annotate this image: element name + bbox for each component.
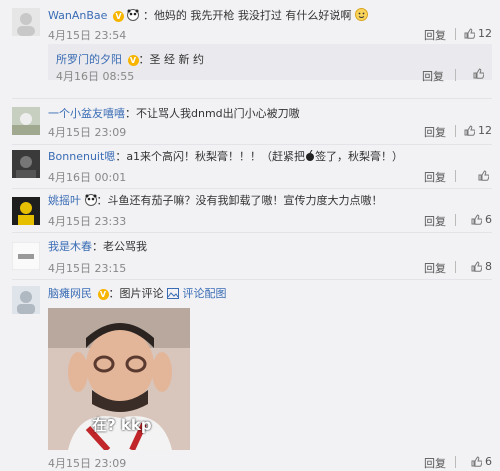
avatar-image [12,107,40,135]
comment-separator: ： [108,287,120,300]
comment-image[interactable]: 在? kkp [48,308,190,450]
avatar[interactable] [12,286,40,314]
comment-text: 不让骂人我dnmd出门小心被刀嗷 [136,107,300,120]
avatar-image [12,8,40,36]
comment-separator: ： [92,240,103,253]
comment-text-after: 签了，秋梨膏！） [315,150,404,163]
image-caption: 在? kkp [92,416,152,434]
panda-icon [127,9,140,25]
comment-time: 4月15日 23:09 [48,126,127,139]
reply-button[interactable]: 回复 [424,169,446,185]
username-link[interactable]: WanAnBae [48,9,107,22]
comment-line: 姚摇叶 ：斗鱼还有茄子嘛？没有我卸载了嗷！宣传力度大力点嗷！ [48,194,383,210]
like-button[interactable]: 6 [471,455,492,468]
comment-time: 4月15日 23:09 [48,457,127,470]
like-button[interactable]: 12 [464,27,492,40]
reply-button[interactable]: 回复 [424,124,446,140]
comment-time: 4月15日 23:33 [48,215,127,228]
reply-username-link[interactable]: 所罗门的夕阳 [56,53,122,66]
action-divider [455,261,456,273]
avatar[interactable] [12,242,40,270]
comment-3: Bonnenuit嗯：a1来个高闪！秋梨膏！！！（赶紧把 签了，秋梨膏！） 4月1… [0,145,500,191]
emoji-face-icon [354,8,368,25]
action-divider [455,28,456,40]
avatar-image [12,286,40,314]
reply-button[interactable]: 回复 [424,260,446,276]
avatar[interactable] [12,8,40,36]
thumbs-up-icon [471,261,483,272]
avatar[interactable] [12,197,40,225]
comment-separator: ： [115,150,127,163]
pic-comment-link[interactable]: 评论配图 [183,287,227,300]
reply-button[interactable]: 回复 [424,27,446,43]
thumbs-up-icon [471,214,483,225]
username-link[interactable]: 脑瘫网民 [48,287,92,300]
comment-time: 4月15日 23:15 [48,262,127,275]
like-button[interactable]: 12 [464,124,492,137]
reply-reply-button[interactable]: 回复 [422,68,444,84]
reply-button[interactable]: 回复 [424,455,446,471]
reply-like-button[interactable] [473,68,485,82]
reply-time: 4月16日 08:55 [56,70,135,83]
reply-thread: 所罗门的夕阳 V ：圣 经 新 约 4月16日 08:55 回复 [48,44,492,83]
comment-5: 我是木春：老公骂我 4月15日 23:15 回复 8 [0,233,500,279]
comment-separator: ： [96,194,108,207]
like-count: 12 [478,124,492,137]
panda-icon [84,194,97,210]
username-link[interactable]: 姚摇叶 [48,194,81,207]
action-divider [455,456,456,468]
username-link[interactable]: 我是木春 [48,240,92,253]
vip-badge-icon: V [112,11,124,22]
like-button[interactable] [478,169,492,182]
like-count: 6 [485,455,492,468]
comment-separator: ： [142,9,154,22]
action-divider [455,170,456,182]
username-link[interactable]: 一个小盆友嘻嘻 [48,107,125,120]
comment-text: a1来个高闪！秋梨膏！！！（赶紧把 [126,150,306,163]
thumbs-up-icon [464,125,476,136]
action-divider [455,214,456,226]
comment-line: 一个小盆友嘻嘻：不让骂人我dnmd出门小心被刀嗷 [48,107,300,121]
comment-line: WanAnBae V ：他妈的 我先开枪 我没打过 有什么好说啊 [48,8,368,25]
username-link[interactable]: Bonnenuit嗯 [48,150,115,163]
comment-4: 姚摇叶 ：斗鱼还有茄子嘛？没有我卸载了嗷！宣传力度大力点嗷！ 4月15日 23:… [0,189,500,235]
comment-1: WanAnBae V ：他妈的 我先开枪 我没打过 有什么好说啊 4月15日 2… [0,0,500,98]
comment-time: 4月16日 00:01 [48,171,127,184]
comment-line: 我是木春：老公骂我 [48,240,147,254]
avatar-image [12,197,40,225]
avatar-image [12,242,40,270]
reply-text: 圣 经 新 约 [149,53,205,66]
comment-line: Bonnenuit嗯：a1来个高闪！秋梨膏！！！（赶紧把 签了，秋梨膏！） [48,149,404,166]
reply-separator: ： [138,53,150,66]
comment-text: 斗鱼还有茄子嘛？没有我卸载了嗷！宣传力度大力点嗷！ [107,194,383,207]
thumbs-up-icon [464,28,476,39]
like-count: 6 [485,213,492,226]
comment-text: 他妈的 我先开枪 我没打过 有什么好说啊 [153,9,352,22]
avatar[interactable] [12,150,40,178]
action-divider [455,125,456,137]
thumbs-up-icon [478,170,490,181]
like-count: 12 [478,27,492,40]
thumbs-up-icon [473,68,485,79]
reply-button[interactable]: 回复 [424,213,446,229]
like-count: 8 [485,260,492,273]
like-button[interactable]: 8 [471,260,492,273]
avatar-image [12,150,40,178]
pic-comment-label: 图片评论 [119,287,164,300]
comment-text: 老公骂我 [103,240,147,253]
image-icon [167,288,179,303]
vip-badge-icon: V [97,289,109,300]
action-divider [455,69,456,81]
avatar[interactable] [12,107,40,135]
comment-line: 脑瘫网民 V ：图片评论 评论配图 [48,287,227,303]
reply-line: 所罗门的夕阳 V ：圣 经 新 约 [56,51,204,67]
comment-separator: ： [125,107,136,120]
vip-badge-icon: V [127,55,139,66]
comment-time: 4月15日 23:54 [48,29,127,42]
comment-2: 一个小盆友嘻嘻：不让骂人我dnmd出门小心被刀嗷 4月15日 23:09 回复 … [0,99,500,145]
like-button[interactable]: 6 [471,213,492,226]
thumbs-up-icon [471,456,483,467]
bomb-emoji-icon [305,149,315,166]
